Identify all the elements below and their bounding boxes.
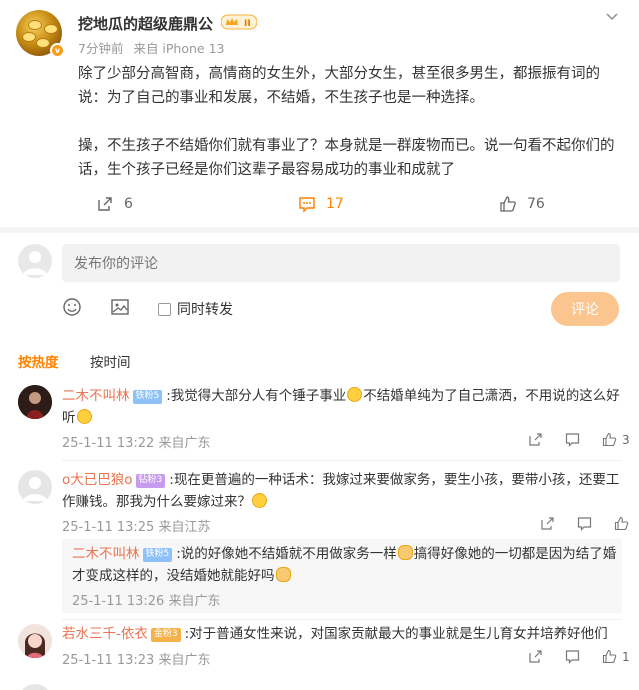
post-body: 除了少部分高智商，高情商的女生外，大部分女生，甚至很多男生，都振振有词的说：为了… [78, 62, 623, 206]
comment-actions [518, 516, 629, 531]
repost-button[interactable]: 6 [96, 192, 133, 216]
forward-checkbox[interactable]: 同时转发 [158, 299, 233, 319]
comment-like-count: 1 [622, 649, 630, 664]
comment-body: :我觉得大部分人有个锤子事业 [166, 388, 347, 404]
like-count: 76 [527, 196, 545, 212]
my-avatar [18, 244, 52, 278]
author-name[interactable]: 挖地瓜的超级鹿鼎公 [78, 13, 213, 34]
fan-badge: 铁粉5 [132, 390, 163, 404]
comment-icon[interactable] [565, 649, 580, 664]
comment-icon[interactable] [577, 516, 592, 531]
cat-emoji-icon [397, 545, 413, 560]
comment-text: 若水三千-依衣 金粉3:对于普通女性来说，对国家贡献最大的事业就是生儿育女并培养好… [62, 623, 622, 645]
fan-badge: 钻粉3 [135, 474, 166, 488]
reply-name[interactable]: 二木不叫林 [72, 546, 140, 562]
comment-divider [62, 460, 622, 461]
thumbs-up-icon[interactable] [614, 516, 629, 531]
comment-text: 二木不叫林 铁粉5:我觉得大部分人有个锤子事业 不结婚单纯为了自己潇洒，不用说的这么… [62, 385, 622, 429]
post-actions: 6 17 76 [0, 192, 639, 216]
post-time[interactable]: 7分钟前 [78, 41, 123, 56]
commenter-avatar[interactable] [18, 684, 52, 690]
image-icon[interactable] [110, 297, 130, 317]
comment-like-count: 3 [622, 432, 630, 447]
tab-sort-hot[interactable]: 按热度 [18, 351, 59, 371]
comment-divider [62, 619, 622, 620]
comment-icon [299, 197, 315, 213]
comment-button[interactable]: 17 [298, 192, 344, 216]
commenter-avatar[interactable] [18, 470, 52, 504]
comment-body: :对于普通女性来说，对国家贡献最大的事业就是生儿育女并培养好他们 [184, 626, 608, 642]
like-button[interactable]: 76 [499, 192, 545, 216]
comment-meta: 25-1-11 13:25 来自江苏 [62, 520, 211, 535]
vip-crown-icon: II [221, 14, 257, 30]
comment-text: o大已巴狼o 钻粉3:现在更普遍的一种话术：我嫁过来要做家务，要生小孩，要带小孩，… [62, 469, 622, 513]
repost-count: 6 [124, 196, 133, 212]
comment-meta: 25-1-11 13:22 来自广东 [62, 436, 211, 451]
verified-icon: v [50, 43, 65, 58]
fan-badge: 金粉3 [150, 628, 181, 642]
commenter-avatar[interactable] [18, 624, 52, 658]
forward-label: 同时转发 [177, 302, 233, 318]
laugh-emoji-icon [347, 387, 363, 402]
svg-text:II: II [244, 19, 251, 29]
comment-meta: 25-1-11 13:23 来自广东 [62, 653, 211, 668]
post-meta: 7分钟前 来自 iPhone 13 [78, 38, 230, 57]
post-source: 来自 iPhone 13 [133, 41, 225, 56]
comment-input[interactable] [62, 244, 620, 282]
fan-badge: 铁粉5 [142, 548, 173, 562]
comment-actions: 3 [506, 432, 630, 447]
comment-icon[interactable] [565, 432, 580, 447]
thumbs-up-icon[interactable] [602, 432, 617, 447]
commenter-name[interactable]: 二木不叫林 [62, 388, 130, 404]
laugh-emoji-icon [252, 493, 267, 508]
thumbs-up-icon[interactable] [602, 649, 617, 664]
commenter-name[interactable]: 若水三千-依衣 [62, 626, 148, 642]
commenter-name[interactable]: o大已巴狼o [62, 472, 133, 488]
commenter-avatar[interactable] [18, 385, 52, 419]
laugh-emoji-icon [76, 409, 92, 424]
chevron-down-icon[interactable] [605, 10, 619, 24]
reply-meta: 25-1-11 13:26 来自广东 [72, 594, 221, 609]
checkbox[interactable] [158, 302, 171, 316]
thumbs-up-icon [500, 196, 516, 212]
reply-icon[interactable] [540, 516, 555, 531]
reply-icon[interactable] [528, 432, 543, 447]
repost-icon [98, 197, 112, 211]
comment-count: 17 [326, 196, 344, 212]
post-paragraph: 操，不生孩子不结婚你们就有事业了？本身就是一群废物而已。说一句看不起你们的话，生… [78, 138, 615, 178]
reply-body: :说的好像她不结婚就不用做家务一样 [176, 546, 397, 562]
emoji-icon[interactable] [62, 297, 82, 317]
comment-actions: 1 [506, 649, 630, 664]
post-paragraph: 除了少部分高智商，高情商的女生外，大部分女生，甚至很多男生，都振振有词的说：为了… [78, 66, 600, 106]
tab-sort-time[interactable]: 按时间 [90, 351, 131, 371]
reply-icon[interactable] [528, 649, 543, 664]
section-divider [0, 227, 639, 233]
post-header: v 挖地瓜的超级鹿鼎公 II 7分钟前 来自 iPhone 13 [16, 10, 623, 58]
cat-emoji-icon [275, 567, 291, 582]
submit-comment-button[interactable]: 评论 [551, 292, 619, 326]
reply-text: 二木不叫林 铁粉5:说的好像她不结婚就不用做家务一样 搞得好像她的一切都是因为结了婚… [72, 543, 618, 587]
